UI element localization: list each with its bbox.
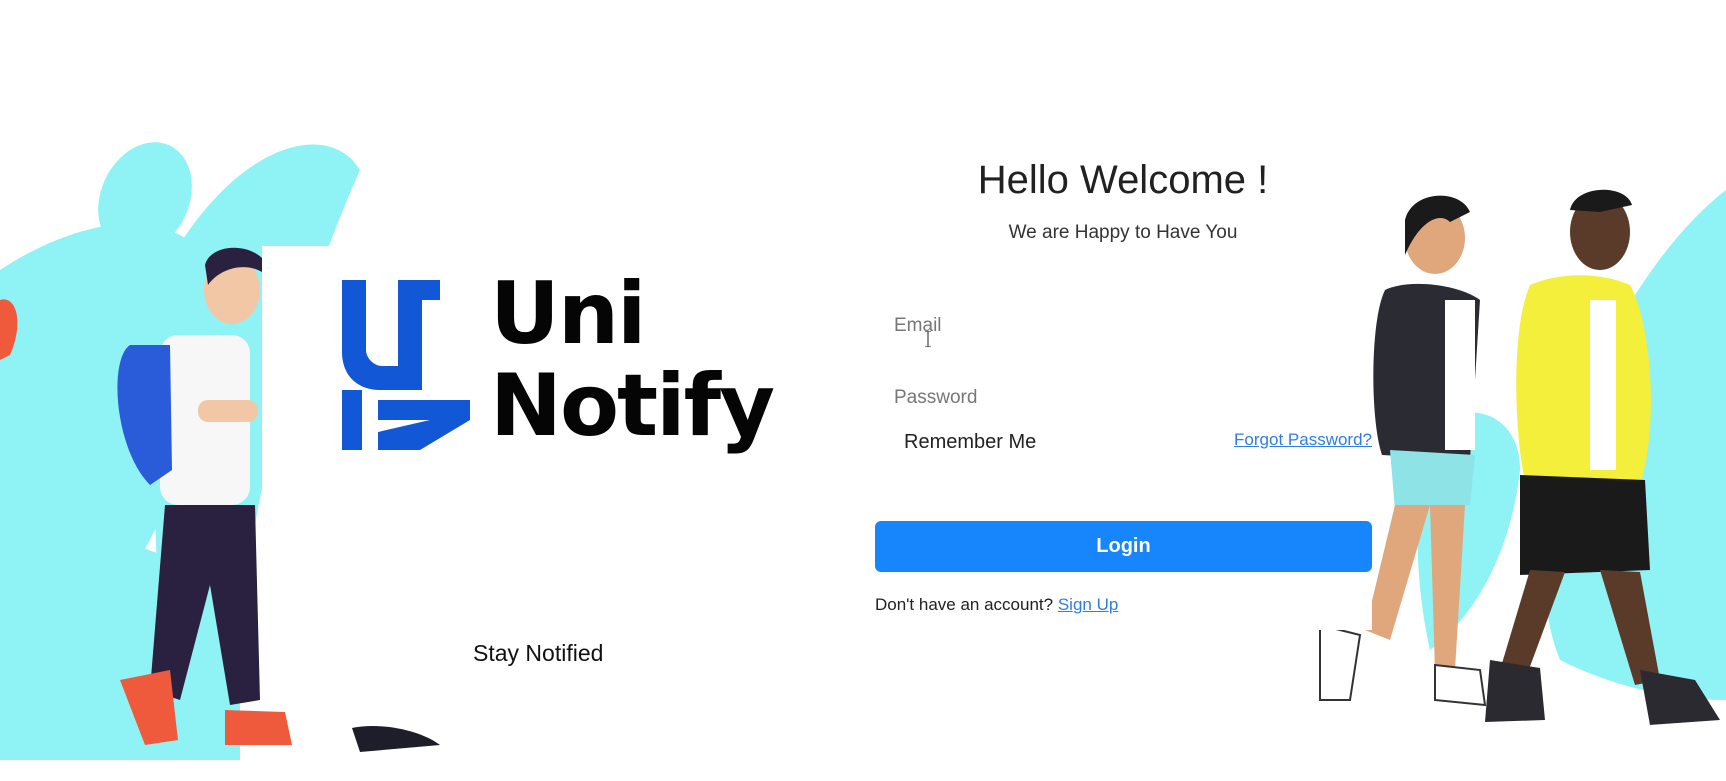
email-field[interactable] [894, 306, 1372, 346]
logo-line-1: Uni [490, 264, 647, 364]
remember-row: Remember Me Forgot Password? [894, 428, 1372, 458]
welcome-subtitle: We are Happy to Have You [1008, 222, 1238, 243]
signup-prompt: Don't have an account? [875, 595, 1054, 614]
brand-tagline: Stay Notified [473, 640, 604, 666]
signup-row: Don't have an account? Sign Up [875, 595, 1118, 615]
welcome-title: Hello Welcome ! [977, 158, 1269, 202]
text-cursor-icon [925, 331, 931, 347]
background-illustration [0, 142, 1726, 760]
login-button[interactable]: Login [875, 521, 1372, 572]
remember-me-label[interactable]: Remember Me [904, 431, 1036, 454]
logo-line-2: Notify [490, 356, 775, 456]
forgot-password-link[interactable]: Forgot Password? [1234, 430, 1372, 450]
logo-wordmark: Uni Notify [490, 264, 775, 456]
sign-up-link[interactable]: Sign Up [1058, 595, 1118, 614]
logo-mark-icon [342, 280, 470, 450]
password-field[interactable] [894, 378, 1372, 418]
uninotify-logo: Uni Notify [340, 268, 780, 478]
